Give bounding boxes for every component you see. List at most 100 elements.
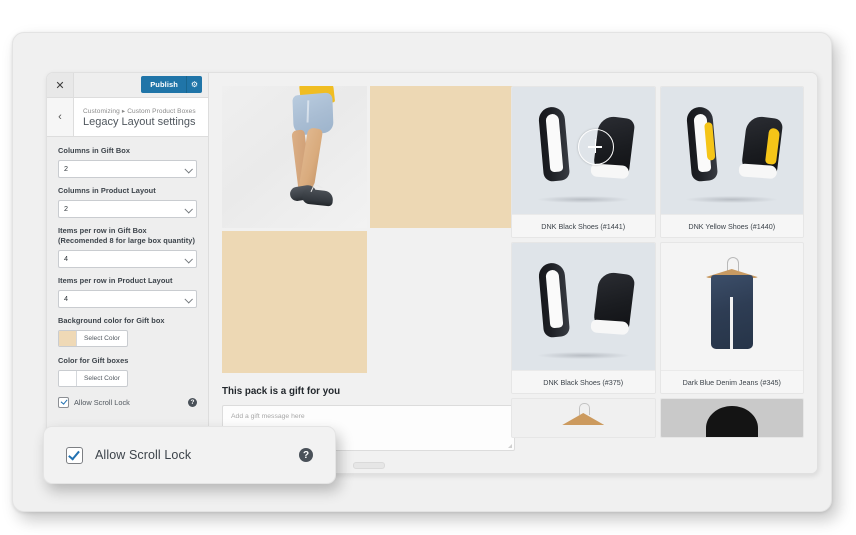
color-for-gift-boxes-picker[interactable]: Select Color (58, 369, 128, 387)
shoes-black-icon (512, 243, 655, 370)
shoe-upright (537, 262, 570, 339)
color-swatch (59, 330, 77, 346)
shoe-side (592, 115, 636, 178)
breadcrumb: Customizing ▸ Custom Product Boxes (83, 107, 196, 115)
customizer-topbar: ✕ Publish ⚙ (47, 73, 208, 98)
hanger-bar (562, 413, 605, 425)
shoe-side (740, 115, 784, 178)
field-label: Background color for Gift box (58, 315, 165, 325)
dark-garment (705, 406, 758, 437)
back-chevron-icon[interactable]: ‹ (47, 98, 74, 136)
product-card[interactable]: DNK Black Shoes (#375) (511, 242, 656, 394)
field-label: Items per row in Product Layout (58, 275, 173, 285)
help-icon[interactable]: ? (188, 397, 197, 407)
product-shadow (537, 352, 629, 359)
page-title: Legacy Layout settings (83, 115, 196, 128)
product-name: DNK Black Shoes (#1441) (512, 214, 655, 237)
product-name: Dark Blue Denim Jeans (#345) (660, 370, 803, 393)
field-label: Items per row in Gift Box (Recomended 8 … (58, 225, 195, 245)
publish-button-label: Publish (150, 80, 178, 89)
hanger-hook (579, 403, 591, 415)
product-shadow (686, 196, 778, 203)
product-image (512, 87, 655, 214)
gear-icon[interactable]: ⚙ (186, 76, 202, 93)
help-icon-magnified[interactable]: ? (299, 448, 313, 462)
allow-scroll-lock-label-magnified: Allow Scroll Lock (95, 448, 192, 462)
gift-message-placeholder: Add a gift message here (231, 413, 305, 420)
site-preview: This pack is a gift for you Add a gift m… (209, 73, 817, 473)
select-value: 4 (64, 254, 68, 264)
columns-in-product-layout-select[interactable]: 2 (58, 199, 197, 218)
field-items-per-row-gift-box: Items per row in Gift Box (Recomended 8 … (58, 226, 197, 268)
product-card[interactable] (659, 398, 804, 438)
field-items-per-row-product-layout: Items per row in Product Layout 4 (58, 276, 197, 308)
magnified-control-overlay: Allow Scroll Lock ? (43, 426, 336, 484)
allow-scroll-lock-row: Allow Scroll Lock ? (58, 396, 197, 408)
gift-box-cell-blank (370, 231, 515, 373)
shoe-upright (537, 106, 570, 183)
gift-box-cell-empty-slot[interactable] (222, 231, 367, 373)
dark-garment-cut-icon (660, 399, 803, 437)
product-image (660, 243, 803, 370)
preview-action-button[interactable] (352, 462, 385, 469)
jeans-hanger-icon (660, 243, 803, 370)
field-label: Columns in Gift Box (58, 146, 130, 155)
product-card[interactable]: DNK Yellow Shoes (#1440) (659, 86, 804, 238)
field-color-for-gift-boxes: Color for Gift boxes Select Color (58, 356, 197, 396)
field-background-color-gift-box: Background color for Gift box Select Col… (58, 316, 197, 356)
product-grid: DNK Black Shoes (#1441) DNK Yellow Shoes… (511, 86, 804, 438)
product-image (512, 399, 655, 437)
breadcrumb-current[interactable]: Custom Product Boxes (127, 108, 195, 115)
breadcrumb-parent[interactable]: Customizing (83, 108, 120, 115)
product-card[interactable]: DNK Black Shoes (#1441) (511, 86, 656, 238)
shoes-yellow-icon (661, 87, 804, 214)
columns-in-gift-box-select[interactable]: 2 (58, 159, 197, 178)
chevron-down-icon (184, 294, 193, 304)
product-card[interactable]: Dark Blue Denim Jeans (#345) (659, 242, 804, 394)
chevron-down-icon (184, 254, 193, 264)
gift-box-grid (222, 86, 515, 373)
select-value: 2 (64, 204, 68, 214)
allow-scroll-lock-checkbox-magnified[interactable] (66, 446, 83, 464)
settings-list: Columns in Gift Box 2 Columns in Product… (47, 137, 208, 408)
shoe-upright (685, 106, 719, 183)
allow-scroll-lock-checkbox[interactable] (58, 396, 69, 408)
chevron-down-icon (184, 165, 193, 174)
chevron-down-icon (184, 205, 193, 214)
customizer-panel: ✕ Publish ⚙ ‹ Customizing ▸ Custom Product… (46, 72, 818, 474)
gift-box-section: This pack is a gift for you Add a gift m… (222, 86, 515, 469)
panel-header: ‹ Customizing ▸ Custom Product Boxes Legac… (47, 98, 208, 137)
product-shadow (537, 196, 629, 203)
hanger-hook (726, 257, 739, 271)
field-label: Color for Gift boxes (58, 355, 129, 365)
publish-button[interactable]: Publish ⚙ (141, 76, 202, 93)
select-color-label: Select Color (84, 334, 120, 342)
allow-scroll-lock-label: Allow Scroll Lock (74, 397, 130, 407)
background-color-gift-box-picker[interactable]: Select Color (58, 329, 128, 347)
color-swatch (59, 370, 77, 386)
items-per-row-product-layout-select[interactable]: 4 (58, 289, 197, 308)
hanger-cut-icon (512, 399, 655, 437)
gift-box-cell-empty-slot[interactable] (370, 86, 515, 228)
product-image (660, 87, 804, 214)
product-name: DNK Yellow Shoes (#1440) (660, 214, 803, 237)
product-name: DNK Black Shoes (#375) (512, 370, 655, 393)
screenshot-root: ✕ Publish ⚙ ‹ Customizing ▸ Custom Product… (0, 0, 856, 535)
field-label: Columns in Product Layout (58, 185, 156, 195)
product-image (512, 243, 655, 370)
customizer-sidebar: ✕ Publish ⚙ ‹ Customizing ▸ Custom Product… (47, 73, 209, 473)
shoe-side (592, 271, 636, 334)
close-icon[interactable]: ✕ (47, 73, 74, 97)
preview-content: This pack is a gift for you Add a gift m… (209, 73, 817, 473)
items-per-row-gift-box-select[interactable]: 4 (58, 249, 197, 268)
denim-jeans (710, 275, 753, 349)
shoes-black-icon (512, 87, 655, 214)
select-value: 4 (64, 294, 68, 304)
gift-box-cell-product-photo[interactable] (222, 86, 367, 228)
product-card[interactable] (511, 398, 656, 438)
panel-header-text: Customizing ▸ Custom Product Boxes Legacy … (74, 107, 196, 128)
gift-message-title: This pack is a gift for you (222, 386, 341, 397)
resize-grip-icon[interactable] (508, 444, 512, 448)
product-image (660, 399, 803, 437)
select-color-label: Select Color (84, 374, 120, 382)
